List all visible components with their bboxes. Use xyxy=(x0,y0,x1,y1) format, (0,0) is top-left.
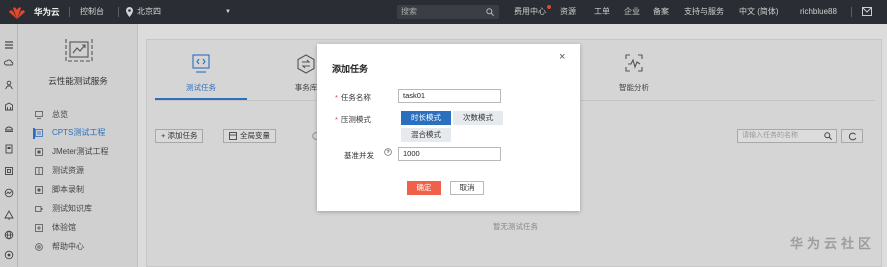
location-pin-icon xyxy=(126,7,133,17)
user-account-menu[interactable]: richblue88 xyxy=(800,0,837,24)
divider xyxy=(69,7,70,17)
sidebar-item-label: 测试资源 xyxy=(52,166,84,175)
global-variables-button[interactable]: 全局变量 xyxy=(223,129,276,143)
database-icon[interactable] xyxy=(4,124,14,134)
knowledge-icon xyxy=(35,206,43,212)
tab-intelligent-analysis[interactable]: 智能分析 xyxy=(599,40,669,98)
tab-test-tasks[interactable]: 测试任务 xyxy=(155,40,247,98)
tickets-link[interactable]: 工单 xyxy=(594,0,610,24)
transaction-icon xyxy=(297,54,315,74)
settings-icon[interactable] xyxy=(4,250,14,260)
confirm-button[interactable]: 确定 xyxy=(407,181,441,195)
help-icon[interactable] xyxy=(384,148,392,156)
performance-test-service-icon xyxy=(65,39,93,62)
filing-link[interactable]: 备案 xyxy=(653,0,669,24)
tab-label: 测试任务 xyxy=(186,83,216,92)
base-concurrency-label: 基准并发 xyxy=(344,151,374,160)
enterprise-link[interactable]: 企业 xyxy=(624,0,640,24)
sidebar-item-experience-hall[interactable]: 体验馆 xyxy=(35,220,135,236)
tab-label: 智能分析 xyxy=(619,83,649,92)
deploy-icon[interactable] xyxy=(4,210,14,220)
globe-icon[interactable] xyxy=(4,230,14,240)
language-selector[interactable]: 中文 (简体) xyxy=(739,0,779,24)
analysis-icon xyxy=(625,54,643,72)
load-mode-label: * 压测模式 xyxy=(335,114,371,125)
sidebar-item-label: 总览 xyxy=(52,110,68,119)
search-placeholder: 搜索 xyxy=(401,7,417,16)
region-label: 北京四 xyxy=(137,7,161,16)
mixed-mode-option[interactable]: 混合模式 xyxy=(401,128,451,142)
watermark: 华为云社区 xyxy=(789,236,875,251)
console-link[interactable]: 控制台 xyxy=(80,0,104,24)
dialog-title: 添加任务 xyxy=(332,64,369,74)
search-icon[interactable] xyxy=(824,132,832,140)
sidebar-item-label: 测试知识库 xyxy=(52,204,92,213)
task-name-label-text: 任务名称 xyxy=(340,93,371,102)
jmeter-icon xyxy=(35,148,43,156)
menu-icon[interactable] xyxy=(4,40,14,50)
sidebar-item-jmeter-project[interactable]: JMeter测试工程 xyxy=(35,144,135,160)
refresh-icon xyxy=(848,132,857,141)
top-navigation-bar: 华为云 控制台 北京四 ▼ 搜索 费用中心 资源 工单 企业 备案 支持与服务 … xyxy=(0,0,887,24)
empty-state-text: 暂无测试任务 xyxy=(493,222,538,231)
sidebar-item-label: 脚本录制 xyxy=(52,185,84,194)
sidebar-item-label: JMeter测试工程 xyxy=(52,147,109,156)
divider xyxy=(118,7,119,17)
duration-mode-option[interactable]: 时长模式 xyxy=(401,111,451,125)
refresh-button[interactable] xyxy=(841,129,863,143)
global-search-input[interactable]: 搜索 xyxy=(397,5,499,19)
overview-icon xyxy=(35,111,43,119)
base-concurrency-input[interactable]: 1000 xyxy=(398,147,501,161)
chevron-down-icon: ▼ xyxy=(225,9,231,15)
add-task-dialog: 添加任务 × * 任务名称 task01 * 压测模式 时长模式 次数模式 混合模式… xyxy=(317,44,580,211)
close-icon[interactable]: × xyxy=(559,52,565,63)
storage-icon[interactable] xyxy=(4,102,14,112)
sidebar-item-label: 帮助中心 xyxy=(52,242,84,251)
record-icon xyxy=(35,186,43,194)
monitor-icon[interactable] xyxy=(4,188,14,198)
region-selector[interactable]: 北京四 ▼ xyxy=(125,0,231,24)
sidebar-item-help-center[interactable]: 帮助中心 xyxy=(35,239,135,255)
help-center-icon xyxy=(35,243,43,251)
global-variables-label: 全局变量 xyxy=(240,131,270,140)
network-icon[interactable] xyxy=(4,80,14,90)
huawei-logo-icon[interactable] xyxy=(8,5,26,19)
required-mark: * xyxy=(335,115,338,124)
service-sidebar: 云性能测试服务 总览 CPTS测试工程 JMeter测试工程 测试资源 脚本录制… xyxy=(18,24,138,267)
service-rail xyxy=(0,24,18,267)
project-icon xyxy=(35,129,43,137)
sidebar-item-label: CPTS测试工程 xyxy=(52,128,106,137)
sidebar-item-cpts-project[interactable]: CPTS测试工程 xyxy=(35,125,135,141)
sidebar-item-test-resources[interactable]: 测试资源 xyxy=(35,163,135,179)
add-task-button[interactable]: + 添加任务 xyxy=(155,129,204,143)
sidebar-item-script-recording[interactable]: 脚本录制 xyxy=(35,182,135,198)
cloud-icon[interactable] xyxy=(4,58,14,68)
sidebar-item-knowledge-base[interactable]: 测试知识库 xyxy=(35,201,135,217)
task-name-input[interactable]: task01 xyxy=(398,89,501,103)
load-mode-label-text: 压测模式 xyxy=(340,115,371,124)
experience-icon xyxy=(35,224,43,232)
code-icon xyxy=(192,54,210,73)
resources-link[interactable]: 资源 xyxy=(560,0,576,24)
resource-icon xyxy=(35,167,43,175)
task-search-input[interactable]: 请输入任务的名称 xyxy=(737,129,837,143)
sidebar-item-overview[interactable]: 总览 xyxy=(35,107,135,123)
task-search-placeholder: 请输入任务的名称 xyxy=(742,132,798,139)
sidebar-item-label: 体验馆 xyxy=(52,223,76,232)
cancel-button[interactable]: 取消 xyxy=(450,181,484,195)
notification-dot xyxy=(547,5,551,9)
search-icon[interactable] xyxy=(486,8,494,16)
billing-center-link[interactable]: 费用中心 xyxy=(514,0,546,24)
server-icon[interactable] xyxy=(4,144,14,154)
variables-icon xyxy=(229,132,237,140)
container-icon[interactable] xyxy=(4,166,14,176)
required-mark: * xyxy=(335,93,338,102)
brand-name[interactable]: 华为云 xyxy=(34,0,60,24)
divider xyxy=(851,7,852,17)
task-name-label: * 任务名称 xyxy=(335,92,371,103)
support-link[interactable]: 支持与服务 xyxy=(684,0,724,24)
mail-icon[interactable] xyxy=(862,7,872,16)
service-title: 云性能测试服务 xyxy=(48,76,108,86)
count-mode-option[interactable]: 次数模式 xyxy=(453,111,503,125)
